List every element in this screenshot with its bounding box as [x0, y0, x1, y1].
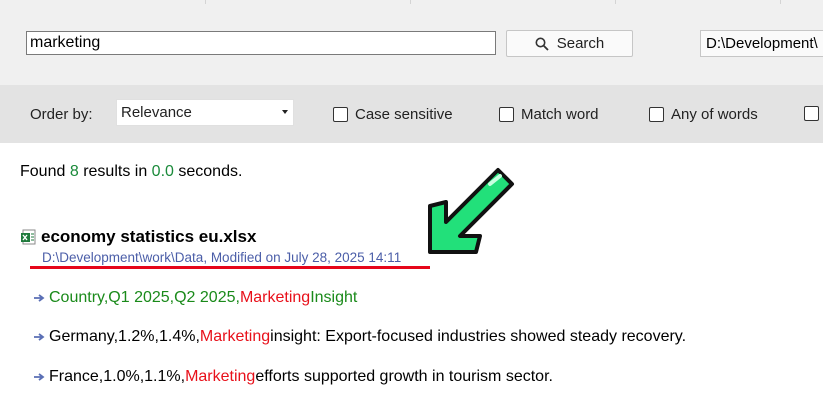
arrow-right-icon — [34, 294, 45, 302]
snippet-text: France,1.0%,1.1%, — [49, 368, 186, 385]
annotation-underline — [30, 266, 430, 269]
order-by-label: Order by: — [30, 106, 93, 123]
summary-middle: results in — [83, 163, 148, 180]
options-bar: Order by: Relevance Case sensitive Match… — [0, 85, 823, 143]
chevron-down-icon — [282, 110, 288, 114]
case-sensitive-label: Case sensitive — [355, 106, 453, 123]
snippet-text: efforts supported growth in tourism sect… — [255, 368, 553, 385]
search-input[interactable] — [26, 31, 496, 55]
annotation-arrow-icon — [428, 168, 514, 254]
snippet-text: Germany,1.2%,1.4%, — [49, 328, 200, 345]
checkbox-box[interactable] — [333, 107, 348, 122]
result-snippet: Germany,1.2%,1.4%, Marketing insight: Exp… — [33, 328, 686, 346]
toolbar-divider — [205, 0, 206, 4]
search-icon — [535, 37, 549, 51]
toolbar-divider — [410, 0, 411, 4]
summary-prefix: Found — [20, 163, 66, 180]
snippet-text: Insight — [310, 289, 358, 306]
checkbox-box[interactable] — [804, 106, 819, 121]
checkbox-box[interactable] — [499, 107, 514, 122]
search-results-window: Search D:\Development\ Order by: Relevan… — [0, 0, 823, 418]
snippet-text: Country,Q1 2025,Q2 2025, — [49, 289, 240, 306]
match-word-label: Match word — [521, 106, 599, 123]
results-summary: Found 8 results in 0.0 seconds. — [20, 163, 242, 181]
arrow-right-icon — [34, 333, 45, 341]
snippet-highlight: Marketing — [239, 289, 311, 306]
result-path-meta[interactable]: D:\Development\work\Data, Modified on Ju… — [42, 250, 401, 265]
case-sensitive-checkbox[interactable]: Case sensitive — [333, 106, 453, 123]
any-of-words-label: Any of words — [671, 106, 758, 123]
search-time: 0.0 — [151, 163, 174, 180]
snippet-highlight: Marketing — [185, 368, 256, 385]
result-count: 8 — [69, 163, 79, 180]
arrow-right-icon — [34, 373, 45, 381]
result-header[interactable]: economy statistics eu.xlsx — [20, 227, 256, 247]
search-path-field[interactable]: D:\Development\ — [700, 30, 823, 57]
result-snippet: France,1.0%,1.1%, Marketing efforts suppo… — [33, 368, 553, 386]
extra-option-checkbox[interactable] — [804, 106, 819, 121]
order-by-select[interactable]: Relevance — [116, 99, 294, 126]
match-word-checkbox[interactable]: Match word — [499, 106, 599, 123]
order-by-value: Relevance — [121, 104, 192, 121]
result-snippet: Country,Q1 2025,Q2 2025, Marketing Insigh… — [33, 289, 357, 307]
snippet-highlight: Marketing — [199, 328, 271, 345]
checkbox-box[interactable] — [649, 107, 664, 122]
search-button[interactable]: Search — [506, 30, 633, 57]
any-of-words-checkbox[interactable]: Any of words — [649, 106, 758, 123]
summary-suffix: seconds. — [178, 163, 243, 180]
search-button-label: Search — [556, 35, 605, 52]
snippet-text: insight: Export-focused industries showe… — [270, 328, 687, 345]
toolbar-divider — [615, 0, 616, 4]
result-title[interactable]: economy statistics eu.xlsx — [41, 227, 256, 247]
excel-file-icon — [21, 229, 36, 245]
toolbar-divider — [780, 0, 781, 4]
search-toolbar: Search D:\Development\ — [0, 0, 823, 85]
